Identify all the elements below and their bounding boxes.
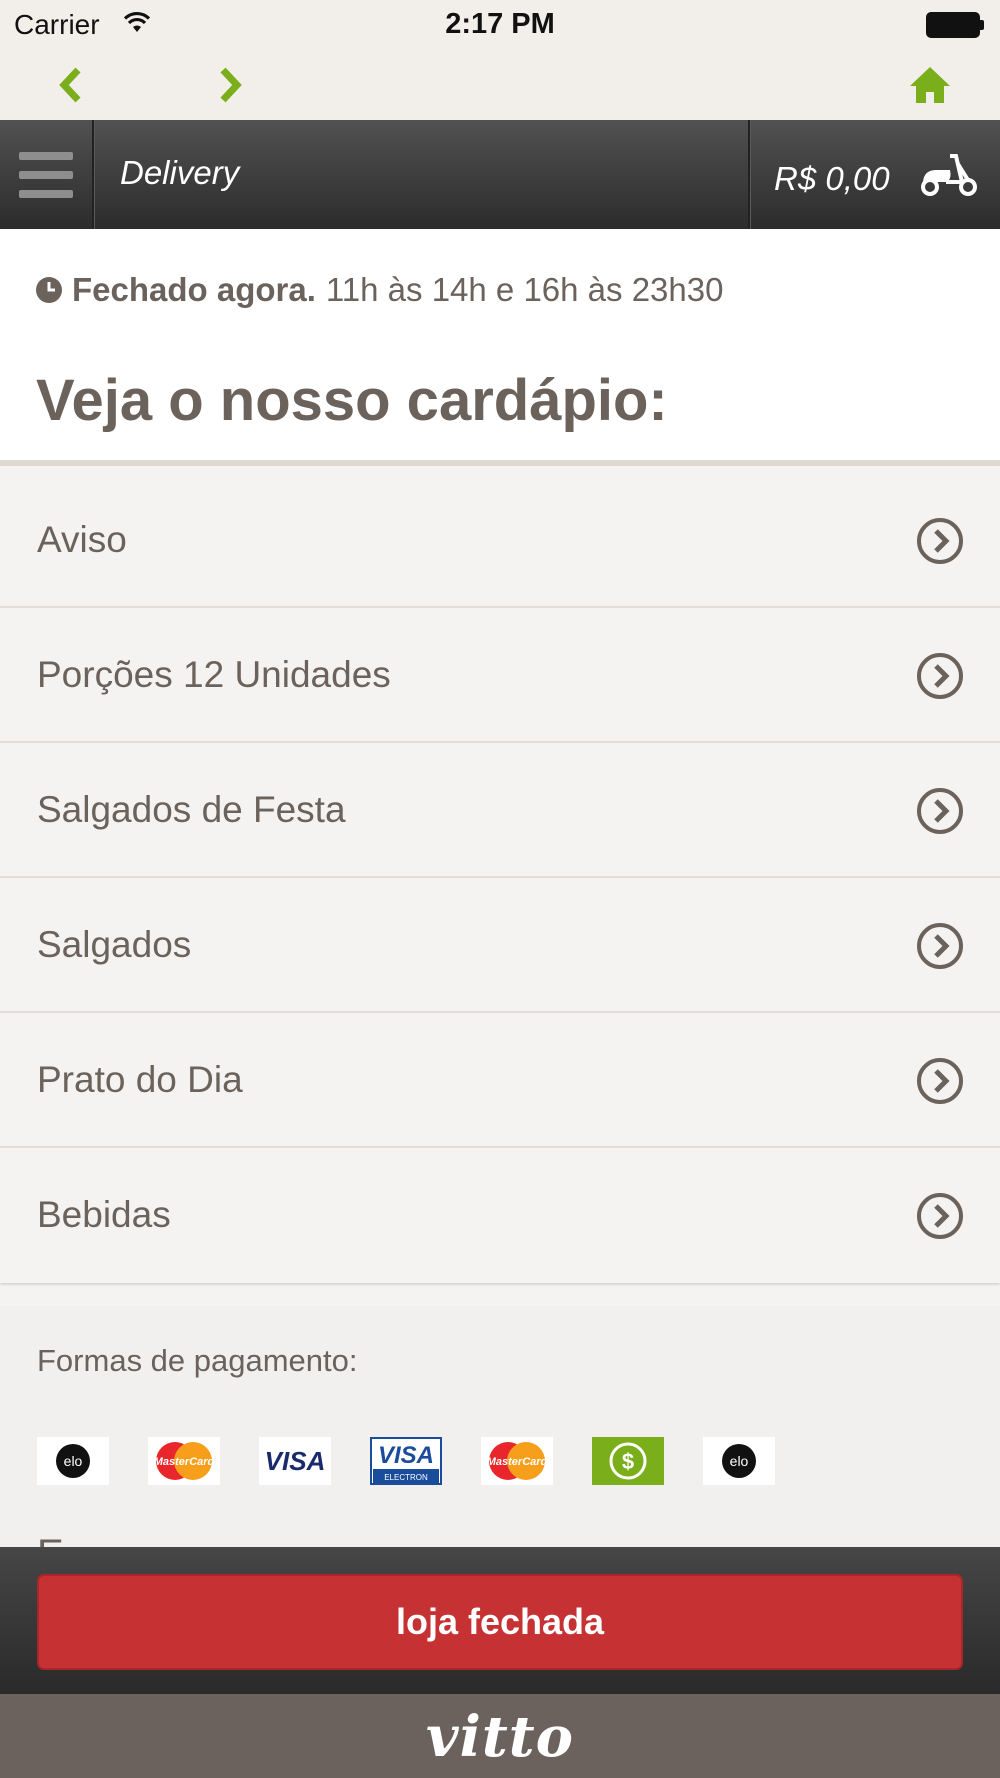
visa-electron-card-icon: VISA ELECTRON xyxy=(370,1437,442,1485)
brand-bar: vitto xyxy=(0,1694,1000,1778)
menu-button[interactable] xyxy=(0,120,94,229)
payment-cards: elo MasterCard VISA VISA ELECTRON Master… xyxy=(37,1437,814,1485)
menu-item-label: Prato do Dia xyxy=(37,1059,243,1100)
status-time: 2:17 PM xyxy=(445,8,555,40)
app-header: Delivery R$ 0,00 xyxy=(0,120,1000,229)
menu-item-salgados-de-festa[interactable]: Salgados de Festa xyxy=(0,743,1000,878)
browser-nav xyxy=(0,50,1000,120)
store-info: Fechado agora. 11h às 14h e 16h às 23h30… xyxy=(0,229,1000,466)
svg-text:VISA: VISA xyxy=(378,1442,434,1469)
payment-methods: Formas de pagamento: elo MasterCard VISA… xyxy=(0,1307,1000,1547)
cash-icon: $ xyxy=(592,1437,664,1485)
chevron-circle-right-icon xyxy=(917,518,963,564)
elo-card-icon: elo xyxy=(37,1437,109,1485)
svg-text:VISA: VISA xyxy=(265,1446,326,1476)
payment-methods-label: Formas de pagamento: xyxy=(37,1343,358,1378)
opening-hours: Fechado agora. 11h às 14h e 16h às 23h30 xyxy=(36,271,723,309)
svg-text:ELECTRON: ELECTRON xyxy=(384,1473,428,1482)
chevron-circle-right-icon xyxy=(917,923,963,969)
menu-item-label: Salgados de Festa xyxy=(37,789,346,830)
battery-icon xyxy=(926,12,984,38)
footer-bar: loja fechada xyxy=(0,1547,1000,1694)
home-icon xyxy=(910,67,950,103)
clock-icon xyxy=(36,277,62,303)
cart-total: R$ 0,00 xyxy=(774,160,890,197)
svg-text:elo: elo xyxy=(730,1453,749,1469)
menu-list: Aviso Porções 12 Unidades Salgados de Fe… xyxy=(0,473,1000,1283)
menu-item-bebidas[interactable]: Bebidas xyxy=(0,1148,1000,1283)
menu-item-label: Aviso xyxy=(37,519,127,560)
status-bar: Carrier 2:17 PM xyxy=(0,0,1000,50)
vitto-logo: vitto xyxy=(426,1704,574,1770)
menu-item-label: Salgados xyxy=(37,924,192,965)
store-closed-button[interactable]: loja fechada xyxy=(37,1574,963,1670)
svg-text:MasterCard: MasterCard xyxy=(487,1456,548,1468)
visa-card-icon: VISA xyxy=(259,1437,331,1485)
back-button[interactable] xyxy=(46,60,96,110)
menu-item-porcoes[interactable]: Porções 12 Unidades xyxy=(0,608,1000,743)
page-title: Delivery xyxy=(120,154,240,191)
partial-section-text: E xyxy=(37,1534,64,1547)
chevron-right-icon xyxy=(220,67,242,103)
closed-status: Fechado agora. xyxy=(72,271,316,308)
menu-item-label: Bebidas xyxy=(37,1194,171,1235)
hours-text: 11h às 14h e 16h às 23h30 xyxy=(325,271,724,308)
home-button[interactable] xyxy=(905,60,955,110)
chevron-circle-right-icon xyxy=(917,1058,963,1104)
chevron-circle-right-icon xyxy=(917,1193,963,1239)
menu-item-salgados[interactable]: Salgados xyxy=(0,878,1000,1013)
forward-button[interactable] xyxy=(205,60,255,110)
elo-card-icon: elo xyxy=(703,1437,775,1485)
svg-text:elo: elo xyxy=(64,1453,83,1469)
menu-item-aviso[interactable]: Aviso xyxy=(0,473,1000,608)
svg-text:MasterCard: MasterCard xyxy=(154,1456,215,1468)
chevron-left-icon xyxy=(59,67,81,103)
cart-button[interactable]: R$ 0,00 xyxy=(748,120,1000,229)
mastercard-card-icon: MasterCard xyxy=(481,1437,553,1485)
menu-item-label: Porções 12 Unidades xyxy=(37,654,391,695)
scooter-icon xyxy=(921,154,977,196)
mastercard-card-icon: MasterCard xyxy=(148,1437,220,1485)
menu-heading: Veja o nosso cardápio: xyxy=(36,368,668,433)
menu-item-prato-do-dia[interactable]: Prato do Dia xyxy=(0,1013,1000,1148)
chevron-circle-right-icon xyxy=(917,788,963,834)
chevron-circle-right-icon xyxy=(917,653,963,699)
svg-text:$: $ xyxy=(622,1449,634,1474)
